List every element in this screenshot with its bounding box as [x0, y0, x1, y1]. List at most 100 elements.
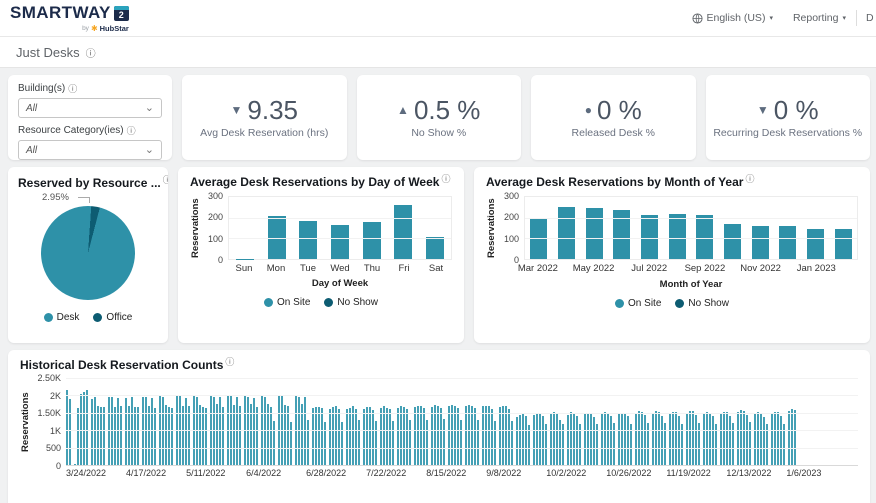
bar[interactable] [83, 392, 85, 465]
bar[interactable] [542, 416, 544, 465]
bar[interactable] [760, 413, 762, 465]
legend-item-noshow[interactable]: No Show [324, 297, 378, 308]
bar[interactable] [779, 226, 796, 259]
bar[interactable] [570, 412, 572, 465]
bar[interactable] [394, 205, 412, 259]
bar[interactable] [91, 399, 93, 465]
bar[interactable] [69, 399, 71, 465]
bar[interactable] [74, 464, 76, 465]
bar[interactable] [696, 215, 713, 259]
bar[interactable] [426, 237, 444, 259]
bar[interactable] [522, 414, 524, 466]
legend-item-onsite[interactable]: On Site [615, 298, 661, 309]
bar[interactable] [686, 413, 688, 465]
bar[interactable] [100, 407, 102, 465]
bar[interactable] [233, 405, 235, 465]
bar[interactable] [655, 411, 657, 465]
bar[interactable] [315, 407, 317, 465]
bar[interactable] [431, 407, 433, 465]
bar[interactable] [290, 422, 292, 466]
bar[interactable] [724, 224, 741, 259]
bar[interactable] [746, 415, 748, 465]
bar[interactable] [743, 411, 745, 465]
bar[interactable] [621, 413, 623, 465]
bar[interactable] [791, 409, 793, 465]
bar[interactable] [587, 413, 589, 465]
bar[interactable] [658, 412, 660, 465]
bar[interactable] [672, 412, 674, 465]
bar[interactable] [199, 405, 201, 465]
bar[interactable] [128, 406, 130, 465]
bar[interactable] [426, 420, 428, 465]
bar[interactable] [661, 416, 663, 465]
bar[interactable] [604, 412, 606, 465]
bar[interactable] [525, 416, 527, 465]
bar[interactable] [698, 423, 700, 465]
bar[interactable] [287, 406, 289, 465]
bar[interactable] [723, 412, 725, 465]
info-icon[interactable]: ⓘ [441, 174, 450, 184]
bar[interactable] [318, 407, 320, 465]
bar[interactable] [586, 208, 603, 259]
bar[interactable] [644, 415, 646, 465]
bar[interactable] [392, 421, 394, 465]
info-icon[interactable]: ⓘ [86, 45, 96, 60]
bar[interactable] [519, 415, 521, 465]
bar[interactable] [383, 406, 385, 465]
bar[interactable] [329, 409, 331, 465]
bar[interactable] [77, 408, 79, 465]
bar[interactable] [366, 407, 368, 465]
bar[interactable] [454, 406, 456, 466]
bar[interactable] [372, 410, 374, 465]
bar[interactable] [729, 416, 731, 465]
bar[interactable] [807, 229, 824, 259]
bar[interactable] [253, 398, 255, 465]
bar[interactable] [423, 408, 425, 465]
info-icon[interactable]: ⓘ [127, 124, 136, 137]
bar[interactable] [363, 222, 381, 259]
bar[interactable] [239, 406, 241, 465]
bar[interactable] [380, 408, 382, 465]
bar[interactable] [185, 398, 187, 465]
bar[interactable] [763, 417, 765, 465]
bar[interactable] [788, 411, 790, 465]
bar[interactable] [669, 414, 671, 466]
bar[interactable] [148, 406, 150, 465]
legend-item-noshow[interactable]: No Show [675, 298, 729, 309]
bar[interactable] [125, 398, 127, 466]
bar[interactable] [468, 405, 470, 465]
bar[interactable] [403, 407, 405, 465]
bar[interactable] [641, 412, 643, 465]
bar[interactable] [749, 422, 751, 465]
info-icon[interactable]: ⓘ [163, 175, 168, 185]
bar[interactable] [482, 406, 484, 465]
bar[interactable] [97, 406, 99, 465]
bar[interactable] [777, 412, 779, 465]
bar[interactable] [103, 407, 105, 465]
bar[interactable] [335, 406, 337, 465]
bar[interactable] [420, 406, 422, 465]
bar[interactable] [737, 412, 739, 465]
bar[interactable] [171, 408, 173, 465]
bar[interactable] [165, 405, 167, 465]
bar[interactable] [358, 420, 360, 465]
bar[interactable] [437, 406, 439, 465]
bar[interactable] [689, 411, 691, 465]
info-icon[interactable]: ⓘ [68, 82, 77, 95]
bar[interactable] [618, 414, 620, 465]
bar[interactable] [346, 409, 348, 465]
bar[interactable] [471, 406, 473, 465]
legend-item-onsite[interactable]: On Site [264, 297, 310, 308]
smartway-logo[interactable]: SMARTWAY 2 by ✱ HubStar [10, 3, 129, 33]
bar[interactable] [409, 420, 411, 465]
bar[interactable] [511, 421, 513, 465]
bar[interactable] [485, 406, 487, 466]
bar[interactable] [434, 405, 436, 465]
bar[interactable] [502, 406, 504, 465]
bar[interactable] [414, 407, 416, 465]
bar[interactable] [386, 408, 388, 465]
bar[interactable] [440, 408, 442, 465]
bar[interactable] [349, 408, 351, 465]
building-select[interactable]: All ⌄ [18, 98, 162, 118]
bar[interactable] [352, 406, 354, 465]
